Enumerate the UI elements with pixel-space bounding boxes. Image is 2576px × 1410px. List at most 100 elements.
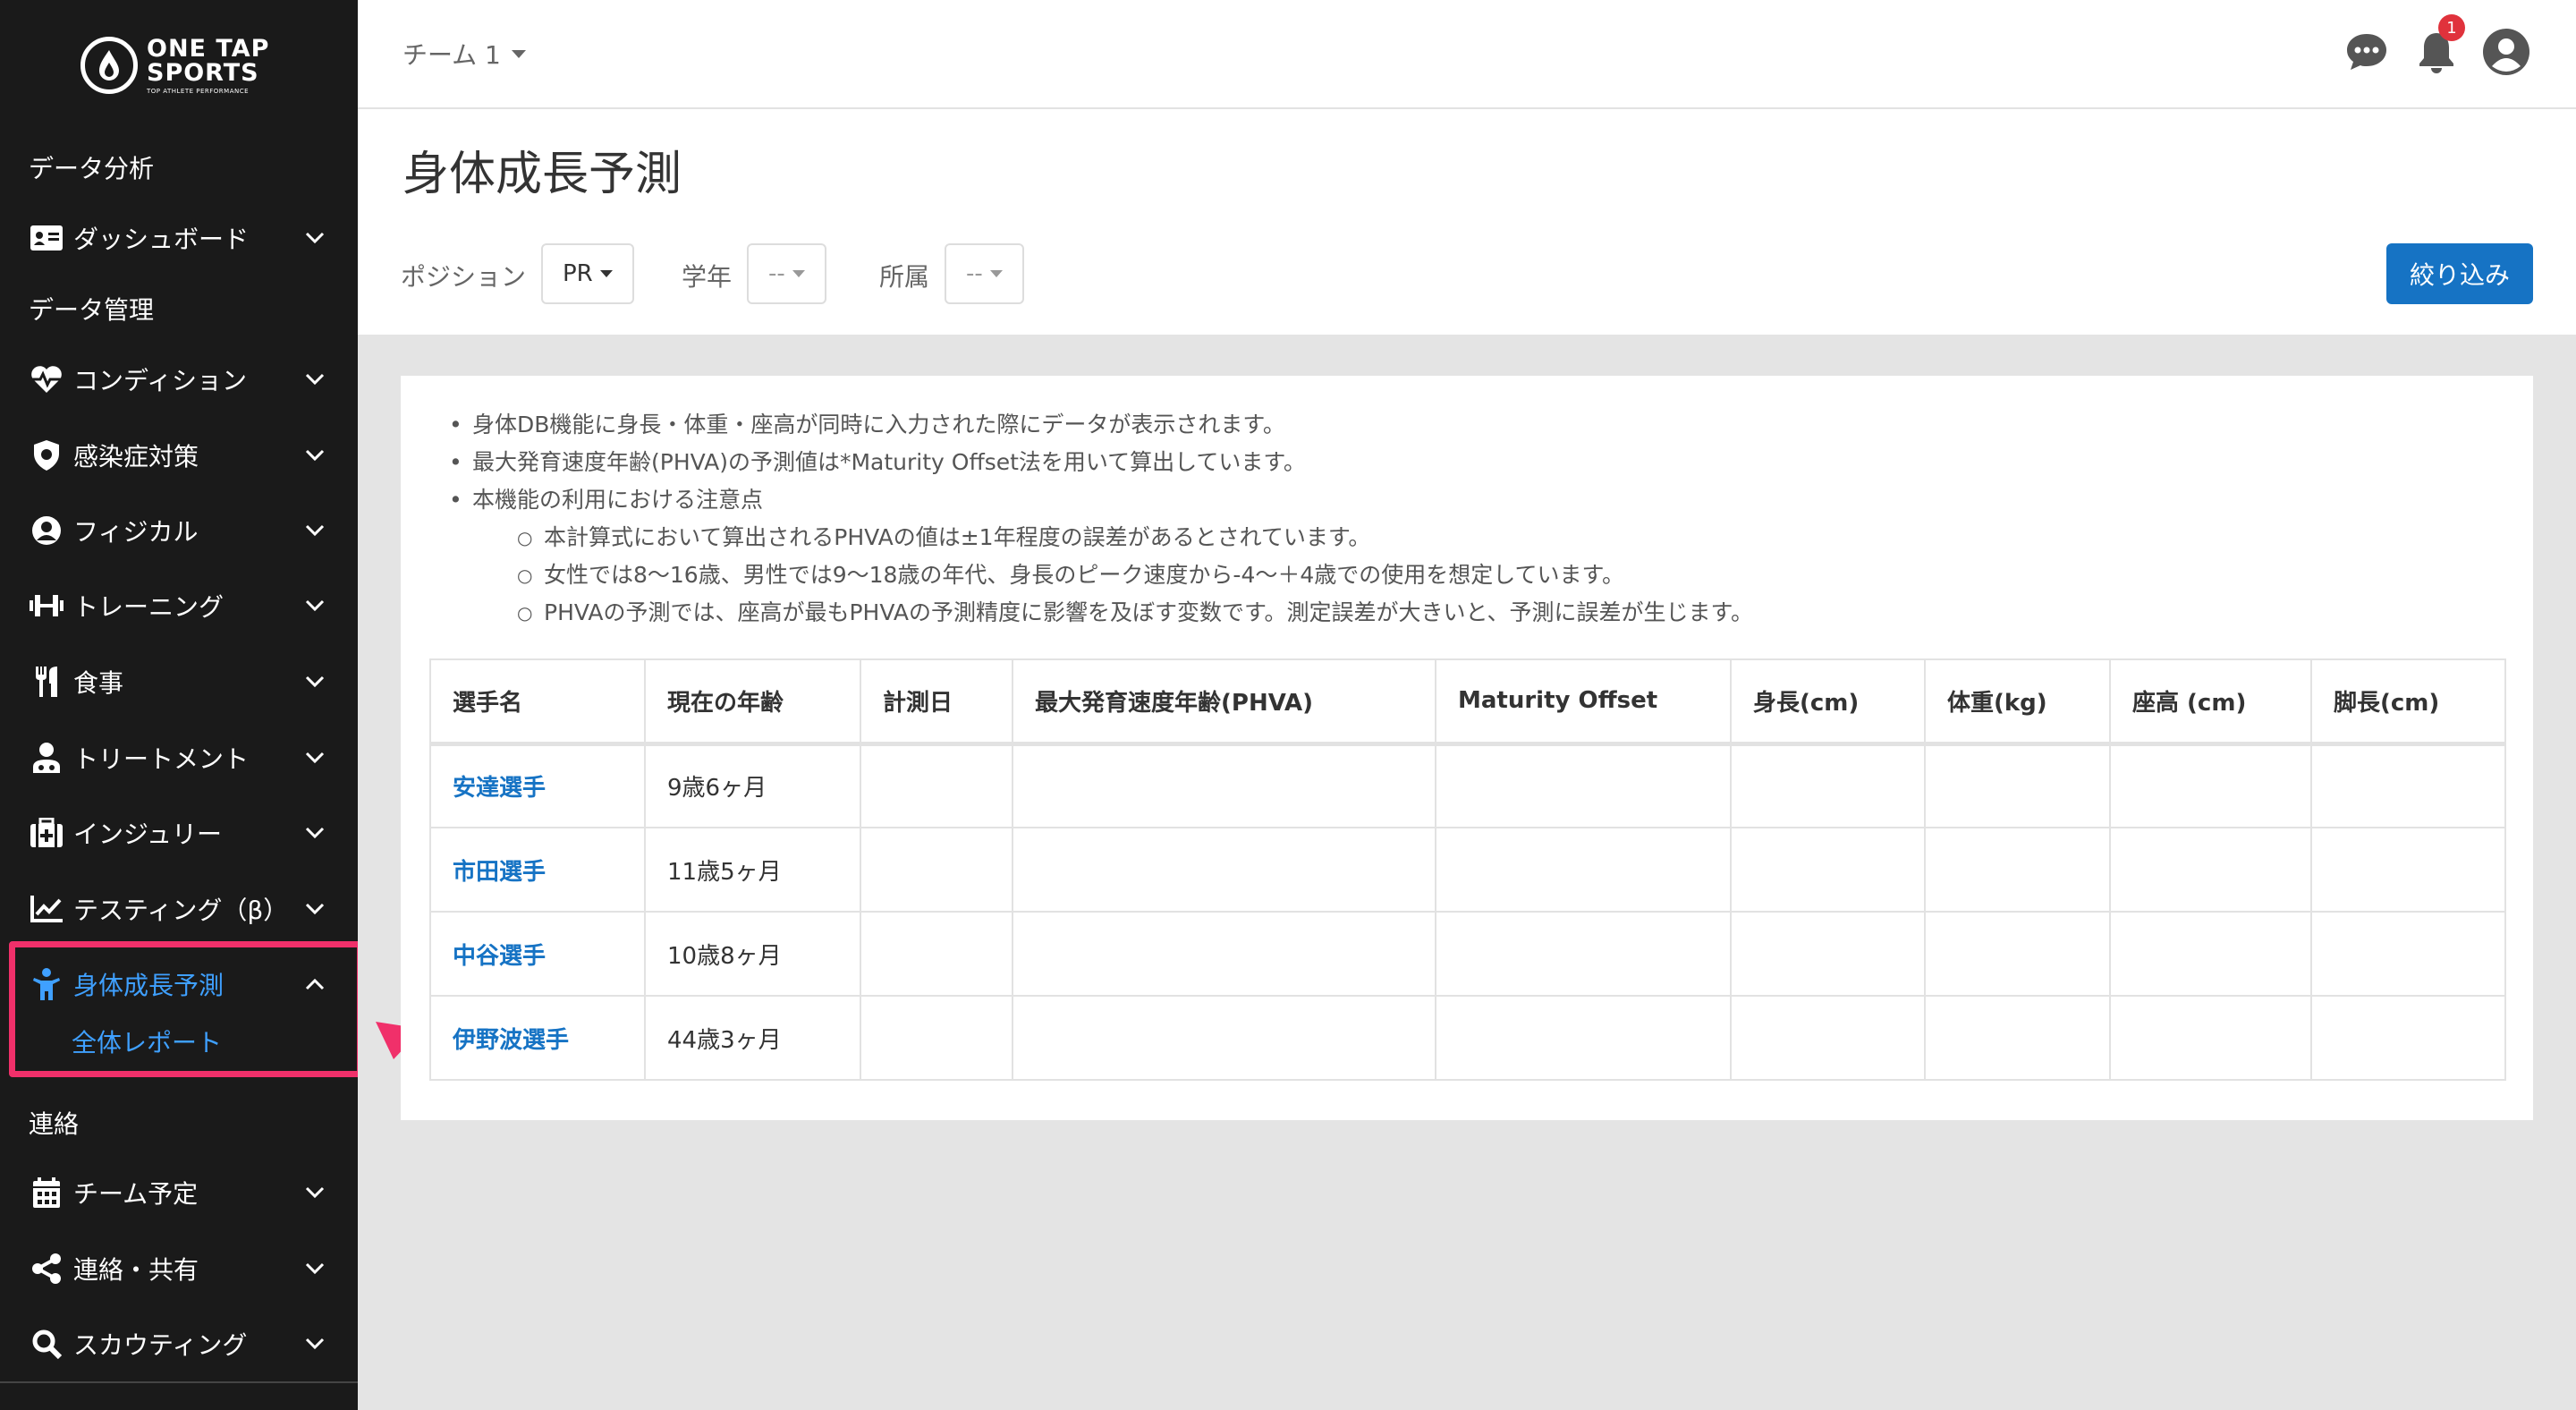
table-cell — [2109, 995, 2312, 1081]
highlight-box — [9, 941, 358, 1077]
player-age: 9歳6ヶ月 — [644, 743, 861, 828]
search-icon — [29, 1326, 64, 1362]
filter-label-affiliation: 所属 — [879, 262, 930, 292]
sidebar-item-label: ダッシュボード — [73, 225, 250, 254]
note-subitem: PHVAの予測では、座高が最もPHVAの予測精度に影響を及ぼす変数です。測定誤差… — [444, 594, 1753, 632]
sidebar-item-label: スカウティング — [73, 1330, 248, 1360]
column-header: 座高 (cm) — [2109, 658, 2312, 746]
table-row: 安達選手 9歳6ヶ月 — [429, 743, 2506, 828]
section-label-analysis: データ分析 — [29, 154, 155, 183]
sidebar-item-share[interactable]: 連絡・共有 — [0, 1231, 358, 1306]
table-cell — [1924, 995, 2111, 1081]
grade-select[interactable]: -- — [747, 243, 826, 304]
sidebar-item-label: フィジカル — [73, 517, 199, 547]
user-avatar-icon[interactable] — [2481, 27, 2531, 77]
id-card-icon — [29, 220, 64, 256]
table-cell — [1435, 743, 1732, 828]
sidebar-item-treatment[interactable]: トリートメント — [0, 720, 358, 795]
player-age: 10歳8ヶ月 — [644, 911, 861, 997]
chart-line-icon — [29, 891, 64, 927]
table-cell — [1924, 827, 2111, 913]
caret-down-icon — [599, 270, 613, 277]
chevron-down-icon — [297, 664, 333, 700]
logo-flame-icon — [80, 37, 138, 94]
chevron-down-icon — [297, 361, 333, 397]
table-cell — [860, 743, 1013, 828]
grade-select-value: -- — [768, 260, 785, 287]
sidebar-item-label: テスティング（β） — [73, 896, 289, 925]
sidebar-item-injury[interactable]: インジュリー — [0, 795, 358, 871]
table-cell — [860, 911, 1013, 997]
heartbeat-icon — [29, 361, 64, 397]
chevron-down-icon — [297, 1251, 333, 1287]
table-cell — [2109, 827, 2312, 913]
chevron-down-icon — [297, 437, 333, 473]
sidebar-divider — [0, 1381, 358, 1383]
table-cell — [1012, 911, 1436, 997]
table-cell — [2310, 827, 2506, 913]
user-treatment-icon — [29, 740, 64, 776]
table-cell — [2310, 911, 2506, 997]
column-header: 選手名 — [429, 658, 646, 746]
page-header: 身体成長予測 ポジション PR 学年 -- 所属 -- 絞り込み — [358, 109, 2576, 335]
sidebar-item-condition[interactable]: コンディション — [0, 342, 358, 417]
player-age: 44歳3ヶ月 — [644, 995, 861, 1081]
player-name-link[interactable]: 中谷選手 — [429, 911, 646, 997]
chevron-down-icon — [297, 513, 333, 548]
caret-down-icon — [792, 270, 805, 277]
filter-label-position: ポジション — [401, 262, 527, 292]
table-cell — [860, 995, 1013, 1081]
chat-icon[interactable] — [2342, 27, 2392, 77]
table-cell — [1924, 911, 2111, 997]
table-cell — [1435, 911, 1732, 997]
filter-button[interactable]: 絞り込み — [2386, 243, 2533, 304]
caret-down-icon — [511, 49, 526, 58]
table-cell — [1012, 743, 1436, 828]
sidebar-item-label: 食事 — [73, 668, 124, 698]
note-subitem: 女性では8〜16歳、男性では9〜18歳の年代、身長のピーク速度から-4〜＋4歳で… — [444, 556, 1753, 594]
sidebar-item-physical[interactable]: フィジカル — [0, 493, 358, 568]
calendar-icon — [29, 1175, 64, 1210]
player-name-link[interactable]: 安達選手 — [429, 743, 646, 828]
sidebar-item-label: 連絡・共有 — [73, 1255, 199, 1285]
notes-list: 身体DB機能に身長・体重・座高が同時に入力された際にデータが表示されます。 最大… — [444, 406, 1753, 632]
sidebar-item-label: コンディション — [73, 366, 248, 395]
column-header: 体重(kg) — [1924, 658, 2111, 746]
chevron-down-icon — [297, 220, 333, 256]
note-item: 最大発育速度年齢(PHVA)の予測値は*Maturity Offset法を用いて… — [444, 444, 1753, 481]
table-cell — [1730, 827, 1926, 913]
sidebar-item-scouting[interactable]: スカウティング — [0, 1306, 358, 1381]
table-cell — [2109, 911, 2312, 997]
player-name-link[interactable]: 伊野波選手 — [429, 995, 646, 1081]
column-header: 脚長(cm) — [2310, 658, 2506, 746]
column-header: 現在の年齢 — [644, 658, 861, 746]
chevron-down-icon — [297, 815, 333, 851]
player-age: 11歳5ヶ月 — [644, 827, 861, 913]
table-cell — [1435, 995, 1732, 1081]
shield-virus-icon — [29, 437, 64, 473]
sidebar-item-meal[interactable]: 食事 — [0, 644, 358, 719]
sidebar-item-team-schedule[interactable]: チーム予定 — [0, 1155, 358, 1230]
sidebar-item-dashboard[interactable]: ダッシュボード — [0, 200, 358, 276]
app-logo[interactable]: ONE TAP SPORTS TOP ATHLETE PERFORMANCE — [80, 34, 269, 97]
affiliation-select[interactable]: -- — [945, 243, 1024, 304]
column-header: Maturity Offset — [1435, 658, 1732, 746]
sidebar-item-label: 感染症対策 — [73, 442, 199, 471]
chevron-down-icon — [297, 740, 333, 776]
section-label-contact: 連絡 — [29, 1109, 80, 1139]
table-cell — [2310, 743, 2506, 828]
sidebar-item-testing[interactable]: テスティング（β） — [0, 871, 358, 947]
column-header: 最大発育速度年齢(PHVA) — [1012, 658, 1436, 746]
sidebar-item-infection[interactable]: 感染症対策 — [0, 418, 358, 493]
chevron-down-icon — [297, 1175, 333, 1210]
player-name-link[interactable]: 市田選手 — [429, 827, 646, 913]
team-selector-label: チーム 1 — [402, 40, 501, 70]
chevron-down-icon — [297, 891, 333, 927]
logo-line-2: SPORTS — [147, 58, 259, 87]
position-select[interactable]: PR — [541, 243, 634, 304]
chevron-down-icon — [297, 588, 333, 624]
affiliation-select-value: -- — [966, 260, 983, 287]
sidebar-item-training[interactable]: トレーニング — [0, 568, 358, 643]
team-selector[interactable]: チーム 1 — [402, 36, 526, 72]
table-row: 伊野波選手 44歳3ヶ月 — [429, 995, 2506, 1081]
